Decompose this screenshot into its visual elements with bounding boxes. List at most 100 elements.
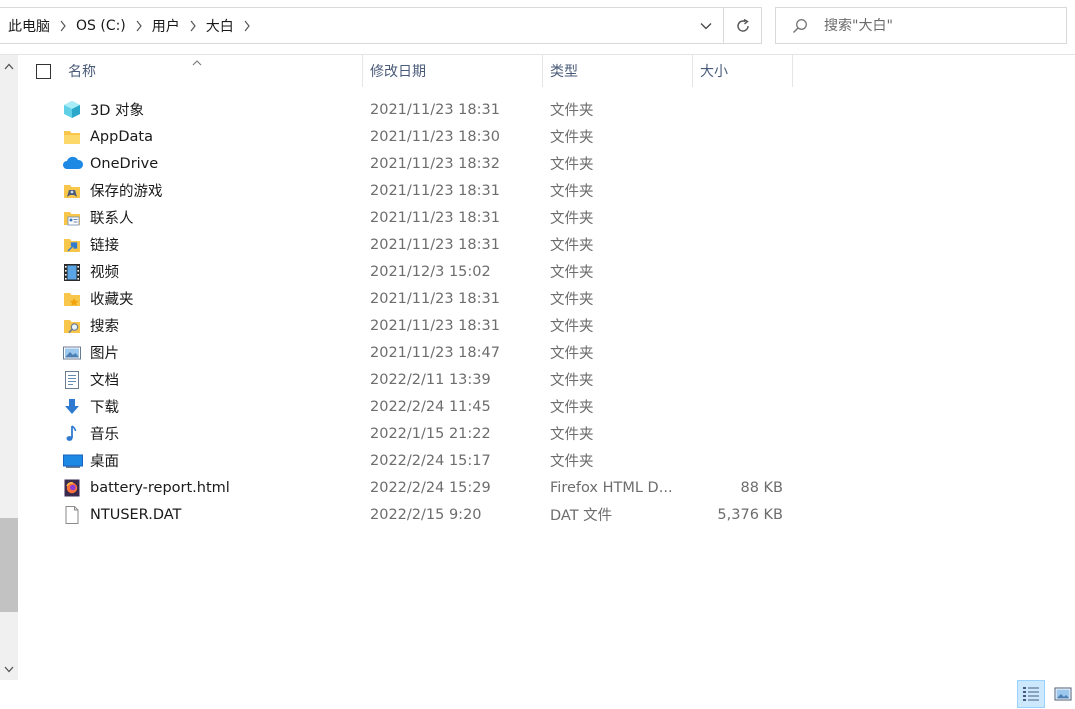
list-item[interactable]: 桌面 2022/2/24 15:17 文件夹 [62,447,783,474]
details-view-icon [1023,687,1039,701]
file-name: OneDrive [90,155,159,172]
file-name: AppData [90,128,153,145]
list-item[interactable]: 保存的游戏 2021/11/23 18:31 文件夹 [62,177,783,204]
file-date: 2021/12/3 15:02 [370,263,491,280]
file-date: 2021/11/23 18:31 [370,101,500,118]
breadcrumb-item-os-c[interactable]: OS (C:) [74,8,150,43]
documents-icon [62,366,90,393]
search-input[interactable] [824,17,1066,34]
file-type: 文件夹 [550,454,594,470]
scrollbar-thumb[interactable] [0,518,18,612]
videos-icon [62,258,90,285]
large-icons-view-icon [1054,687,1072,701]
chevron-right-icon[interactable] [128,8,150,43]
list-item[interactable]: NTUSER.DAT 2022/2/15 9:20 DAT 文件 5,376 K… [62,501,783,528]
list-item[interactable]: 搜索 2021/11/23 18:31 文件夹 [62,312,783,339]
column-header-type[interactable]: 类型 [543,55,693,87]
file-date: 2021/11/23 18:31 [370,236,500,253]
file-date: 2022/2/24 11:45 [370,398,491,415]
file-type: 文件夹 [550,211,594,227]
file-date: 2021/11/23 18:31 [370,290,500,307]
refresh-button[interactable] [724,8,761,43]
file-list: 3D 对象 2021/11/23 18:31 文件夹 AppData 2021/… [62,96,783,528]
search-box[interactable] [775,7,1067,44]
list-item[interactable]: 视频 2021/12/3 15:02 文件夹 [62,258,783,285]
details-view-button[interactable] [1017,680,1045,708]
file-name: 文档 [90,373,119,389]
file-name: 图片 [90,346,119,362]
chevron-down-icon [700,22,712,29]
chevron-right-icon[interactable] [182,8,204,43]
breadcrumb-label[interactable]: OS (C:) [74,18,128,34]
file-name: NTUSER.DAT [90,506,182,523]
list-item[interactable]: 联系人 2021/11/23 18:31 文件夹 [62,204,783,231]
column-header-date-modified[interactable]: 修改日期 [363,55,543,87]
file-name: 保存的游戏 [90,184,163,200]
breadcrumb-label[interactable]: 大白 [204,16,236,36]
column-header-label: 修改日期 [370,64,426,80]
3d-objects-icon [62,96,90,123]
view-mode-toggle [1017,680,1075,708]
firefox-html-icon [62,474,90,501]
column-header-name[interactable]: 名称 [62,55,363,87]
list-item[interactable]: 下载 2022/2/24 11:45 文件夹 [62,393,783,420]
file-type: Firefox HTML D... [550,479,673,496]
list-item[interactable]: 文档 2022/2/11 13:39 文件夹 [62,366,783,393]
scroll-up-button[interactable] [0,55,18,77]
file-type: 文件夹 [550,184,594,200]
scroll-down-button[interactable] [0,658,18,680]
file-size: 88 KB [740,479,783,496]
downloads-icon [62,393,90,420]
file-date: 2021/11/23 18:31 [370,209,500,226]
file-type: 文件夹 [550,346,594,362]
file-name: 音乐 [90,427,119,443]
list-item[interactable]: battery-report.html 2022/2/24 15:29 Fire… [62,474,783,501]
breadcrumb-item-this-pc[interactable]: 此电脑 [6,8,74,43]
blank-file-icon [62,501,90,528]
breadcrumb: 此电脑 OS (C:) 用户 大白 [0,8,689,43]
vertical-scrollbar[interactable] [0,55,18,680]
breadcrumb-label[interactable]: 此电脑 [6,16,52,36]
list-item[interactable]: 音乐 2022/1/15 21:22 文件夹 [62,420,783,447]
file-date: 2021/11/23 18:32 [370,155,500,172]
file-name: 收藏夹 [90,292,134,308]
file-date: 2021/11/23 18:31 [370,182,500,199]
file-name: 桌面 [90,454,119,470]
chevron-right-icon[interactable] [52,8,74,43]
list-item[interactable]: AppData 2021/11/23 18:30 文件夹 [62,123,783,150]
file-date: 2022/1/15 21:22 [370,425,491,442]
large-icons-view-button[interactable] [1049,680,1075,708]
column-header-size[interactable]: 大小 [693,55,793,87]
list-item[interactable]: 收藏夹 2021/11/23 18:31 文件夹 [62,285,783,312]
file-size: 5,376 KB [717,506,783,523]
file-name: 联系人 [90,211,134,227]
file-type: 文件夹 [550,157,594,173]
file-type: 文件夹 [550,292,594,308]
breadcrumb-item-dabai[interactable]: 大白 [204,8,258,43]
file-date: 2021/11/23 18:31 [370,317,500,334]
breadcrumb-label[interactable]: 用户 [150,16,182,36]
file-name: 搜索 [90,319,119,335]
select-all-checkbox[interactable] [36,63,51,79]
favorites-icon [62,285,90,312]
file-date: 2022/2/11 13:39 [370,371,491,388]
list-item[interactable]: 3D 对象 2021/11/23 18:31 文件夹 [62,96,783,123]
folder-icon [62,123,90,150]
contacts-icon [62,204,90,231]
address-bar[interactable]: 此电脑 OS (C:) 用户 大白 [0,7,762,44]
links-icon [62,231,90,258]
list-item[interactable]: 链接 2021/11/23 18:31 文件夹 [62,231,783,258]
file-name: 视频 [90,265,119,281]
onedrive-cloud-icon [62,150,90,177]
file-date: 2022/2/15 9:20 [370,506,482,523]
file-type: 文件夹 [550,400,594,416]
breadcrumb-item-users[interactable]: 用户 [150,8,204,43]
file-type: DAT 文件 [550,508,613,524]
chevron-down-icon [4,666,14,672]
search-icon [776,8,824,43]
chevron-right-icon[interactable] [236,8,258,43]
list-item[interactable]: 图片 2021/11/23 18:47 文件夹 [62,339,783,366]
address-history-dropdown[interactable] [689,8,723,43]
sort-ascending-icon [192,54,202,70]
list-item[interactable]: OneDrive 2021/11/23 18:32 文件夹 [62,150,783,177]
